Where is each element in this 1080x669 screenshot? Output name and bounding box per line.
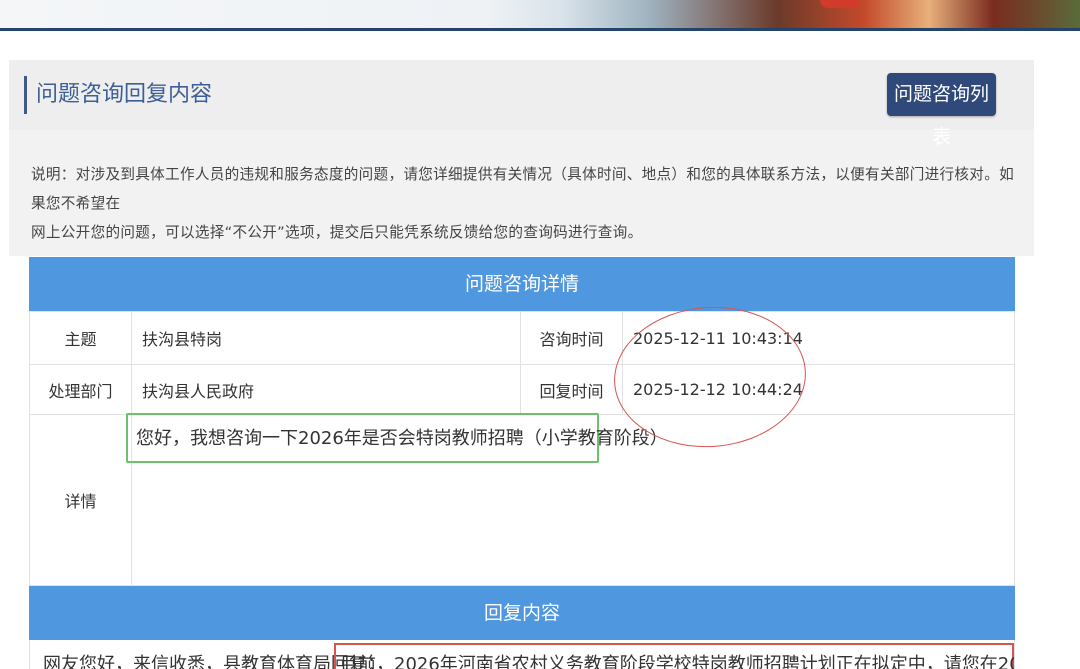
dept-label: 处理部门	[29, 364, 132, 415]
subject-value: 扶沟县特岗	[131, 311, 521, 365]
details-section-header: 问题咨询详情	[29, 257, 1015, 311]
subject-label-text: 主题	[64, 330, 97, 349]
notice-line-1: 说明：对涉及到具体工作人员的违规和服务态度的问题，请您详细提供有关情况（具体时间…	[31, 166, 1014, 212]
consult-time-label-text: 咨询时间	[539, 330, 604, 349]
top-banner	[0, 0, 1080, 31]
notice-line-2: 网上公开您的问题，可以选择“不公开”选项，提交后只能凭系统反馈给您的查询码进行查…	[31, 224, 643, 241]
page-title: 问题咨询回复内容	[36, 82, 213, 107]
detail-value-text: 您好，我想咨询一下2026年是否会特岗教师招聘（小学教育阶段）	[136, 428, 668, 449]
reply-row: 网友您好，来信收悉，县教育体育局回复： 目前，2026年河南省农村义务教育阶段学…	[29, 640, 1015, 669]
dept-value-text: 扶沟县人民政府	[142, 381, 255, 401]
consultation-list-button[interactable]: 问题咨询列表	[887, 73, 996, 148]
reply-time-label: 回复时间	[520, 364, 623, 415]
detail-label: 详情	[29, 414, 132, 586]
reply-body-text: 目前，2026年河南省农村义务教育阶段学校特岗教师招聘计划正在拟定中，请您在20…	[340, 654, 1014, 669]
banner-decoration	[820, 0, 860, 8]
reply-section-header: 回复内容	[29, 586, 1015, 640]
notice-text: 说明：对涉及到具体工作人员的违规和服务态度的问题，请您详细提供有关情况（具体时间…	[31, 160, 1016, 247]
dept-label-text: 处理部门	[48, 381, 113, 401]
consult-time-label: 咨询时间	[520, 311, 623, 365]
reply-time-label-text: 回复时间	[539, 381, 604, 401]
subject-label: 主题	[29, 311, 132, 365]
detail-label-text: 详情	[64, 492, 97, 511]
dept-value: 扶沟县人民政府	[131, 364, 521, 415]
subject-value-text: 扶沟县特岗	[142, 330, 223, 349]
title-accent-bar	[24, 76, 27, 114]
